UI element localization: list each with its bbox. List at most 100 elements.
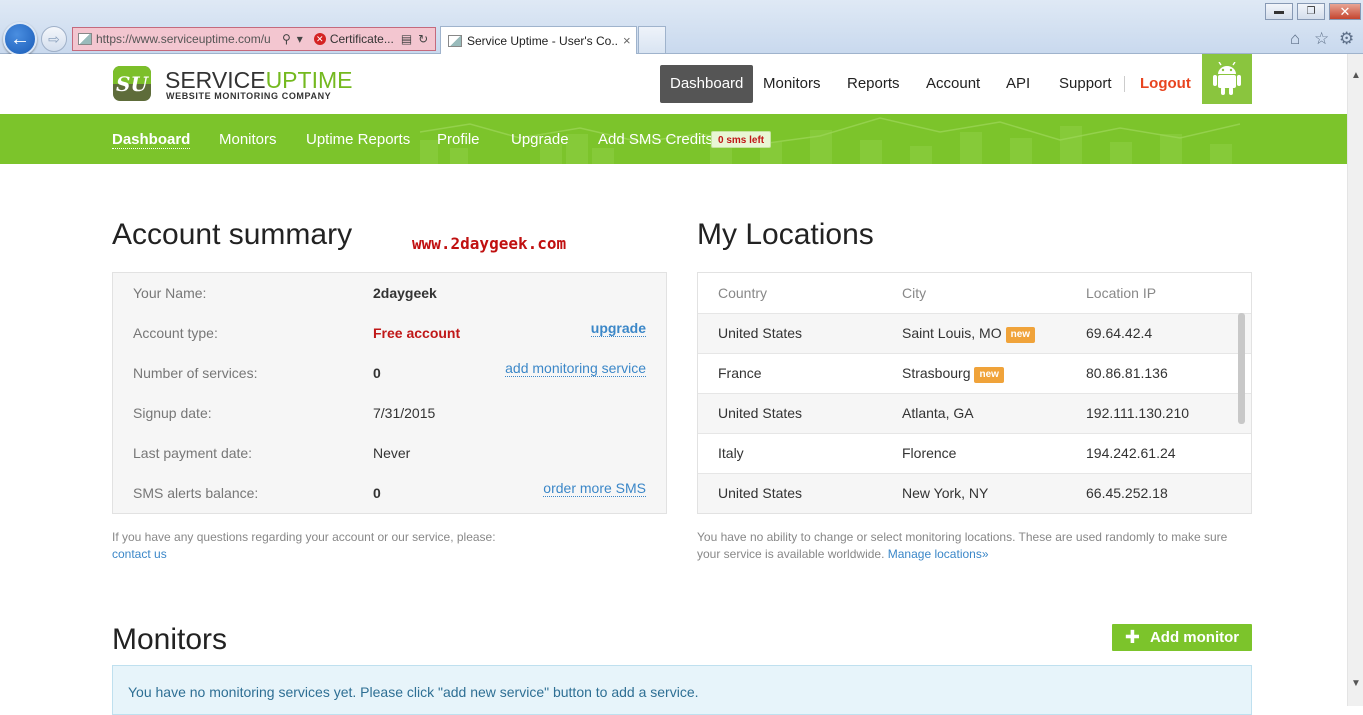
close-window-button[interactable]: ✕ [1329, 3, 1361, 20]
add-monitor-button[interactable]: ✚ Add monitor [1112, 624, 1252, 651]
summary-value-account-type: Free account [373, 325, 461, 341]
summary-value-signup: 7/31/2015 [373, 405, 436, 421]
address-bar[interactable]: https://www.serviceuptime.com/u ⚲ ▾ ✕ Ce… [72, 27, 436, 51]
manage-locations-link[interactable]: Manage locations» [888, 547, 989, 561]
subnav-uptime-reports[interactable]: Uptime Reports [306, 131, 410, 148]
location-country: United States [718, 485, 803, 501]
sub-navigation: Dashboard Monitors Uptime Reports Profil… [0, 114, 1347, 164]
locations-scrollbar[interactable] [1238, 313, 1245, 424]
certificate-error-icon[interactable]: ✕ [313, 33, 326, 45]
monitors-title: Monitors [112, 623, 228, 656]
column-header-ip: Location IP [1086, 285, 1157, 301]
plus-icon: ✚ [1124, 627, 1140, 647]
summary-label-last-payment: Last payment date: [133, 445, 253, 461]
summary-label-services: Number of services: [133, 365, 258, 381]
tab-title: Service Uptime - User's Co... [467, 33, 617, 48]
order-more-sms-link[interactable]: order more SMS [543, 480, 646, 497]
site-header: SU SERVICEUPTIME WEBSITE MONITORING COMP… [0, 54, 1347, 114]
refresh-icon[interactable]: ↻ [418, 32, 428, 46]
topnav-api[interactable]: API [1006, 65, 1030, 103]
logo-tagline: WEBSITE MONITORING COMPANY [166, 91, 332, 101]
settings-gear-icon[interactable]: ⚙ [1339, 29, 1354, 49]
summary-label-sms-balance: SMS alerts balance: [133, 485, 259, 501]
add-monitor-label: Add monitor [1149, 629, 1240, 646]
summary-label-account-type: Account type: [133, 325, 218, 341]
logo-mark-icon[interactable]: SU [113, 66, 151, 101]
tab-close-icon[interactable]: × [623, 33, 631, 48]
topnav-dashboard[interactable]: Dashboard [660, 65, 754, 103]
certificate-error-label[interactable]: Certificate... [330, 32, 398, 46]
tab-favicon-icon [448, 34, 462, 47]
sms-left-badge: 0 sms left [711, 131, 772, 148]
summary-label-name: Your Name: [133, 285, 207, 301]
new-badge: new [974, 367, 1004, 383]
subnav-dashboard[interactable]: Dashboard [112, 131, 191, 149]
scroll-down-icon[interactable]: ▼ [1351, 678, 1361, 689]
summary-value-services: 0 [373, 365, 381, 381]
location-city-cell: Strasbourg new [902, 365, 1004, 383]
dropdown-arrow-icon[interactable]: ▾ [297, 32, 303, 46]
locations-note: You have no ability to change or select … [697, 529, 1257, 563]
location-country: United States [718, 325, 803, 341]
forward-arrow-icon: ⇨ [48, 30, 60, 47]
compatibility-icon[interactable]: ▤ [401, 32, 412, 46]
no-monitors-message: You have no monitoring services yet. Ple… [128, 684, 699, 700]
account-help-text: If you have any questions regarding your… [112, 530, 496, 544]
logo-name[interactable]: SERVICEUPTIME [165, 67, 352, 94]
page-scrollbar[interactable]: ▲ ▼ [1347, 54, 1363, 706]
android-app-button[interactable] [1202, 54, 1252, 104]
topnav-reports[interactable]: Reports [847, 65, 900, 103]
location-city: Strasbourg [902, 365, 971, 381]
browser-chrome: ← ⇨ https://www.serviceuptime.com/u ⚲ ▾ … [0, 0, 1363, 56]
contact-us-link[interactable]: contact us [112, 546, 667, 563]
forward-button[interactable]: ⇨ [41, 26, 67, 52]
subnav-upgrade[interactable]: Upgrade [511, 131, 569, 148]
subnav-add-sms-credits[interactable]: Add SMS Credits [598, 131, 713, 148]
watermark-text: www.2daygeek.com [412, 234, 567, 253]
account-summary-panel [112, 272, 667, 514]
location-country: Italy [718, 445, 744, 461]
back-button[interactable]: ← [3, 22, 37, 56]
location-ip: 194.242.61.24 [1086, 445, 1176, 461]
summary-value-sms-balance: 0 [373, 485, 381, 501]
favorites-star-icon[interactable]: ☆ [1314, 29, 1329, 49]
location-city: Florence [902, 445, 957, 461]
restore-button[interactable]: ❐ [1297, 3, 1325, 20]
location-country: France [718, 365, 762, 381]
summary-label-signup: Signup date: [133, 405, 212, 421]
location-city: Saint Louis, MO [902, 325, 1002, 341]
search-icon[interactable]: ⚲ [282, 32, 291, 46]
locations-note-line2: your service is available worldwide. [697, 547, 885, 561]
subnav-monitors[interactable]: Monitors [219, 131, 277, 148]
home-icon[interactable]: ⌂ [1290, 29, 1300, 49]
location-city: New York, NY [902, 485, 989, 501]
topnav-support[interactable]: Support [1059, 65, 1112, 103]
new-badge: new [1005, 327, 1036, 343]
new-tab-button[interactable] [638, 26, 666, 53]
browser-tab[interactable]: Service Uptime - User's Co... × [440, 26, 637, 54]
logo-name-part1: SERVICE [165, 67, 266, 93]
locations-note-line1: You have no ability to change or select … [697, 530, 1228, 544]
logo-name-part2: UPTIME [265, 67, 353, 93]
topnav-monitors[interactable]: Monitors [763, 65, 821, 103]
add-monitoring-service-link[interactable]: add monitoring service [505, 360, 646, 377]
account-help-note: If you have any questions regarding your… [112, 529, 667, 563]
column-header-city: City [902, 285, 927, 301]
summary-value-last-payment: Never [373, 445, 411, 461]
upgrade-link[interactable]: upgrade [590, 320, 646, 337]
scroll-up-icon[interactable]: ▲ [1351, 70, 1361, 81]
minimize-button[interactable]: ▬ [1265, 3, 1293, 20]
logout-link[interactable]: Logout [1140, 65, 1191, 103]
close-icon: ✕ [1339, 3, 1351, 19]
summary-value-name: 2daygeek [373, 285, 437, 301]
topnav-account[interactable]: Account [926, 65, 980, 103]
url-text[interactable]: https://www.serviceuptime.com/u [96, 32, 279, 46]
back-arrow-icon: ← [10, 27, 30, 50]
topnav-separator [1124, 76, 1125, 92]
location-ip: 66.45.252.18 [1086, 485, 1168, 501]
subnav-profile[interactable]: Profile [437, 131, 480, 148]
location-country: United States [718, 405, 803, 421]
location-ip: 80.86.81.136 [1086, 365, 1168, 381]
account-summary-title: Account summary [112, 218, 353, 251]
location-city: Atlanta, GA [902, 405, 974, 421]
